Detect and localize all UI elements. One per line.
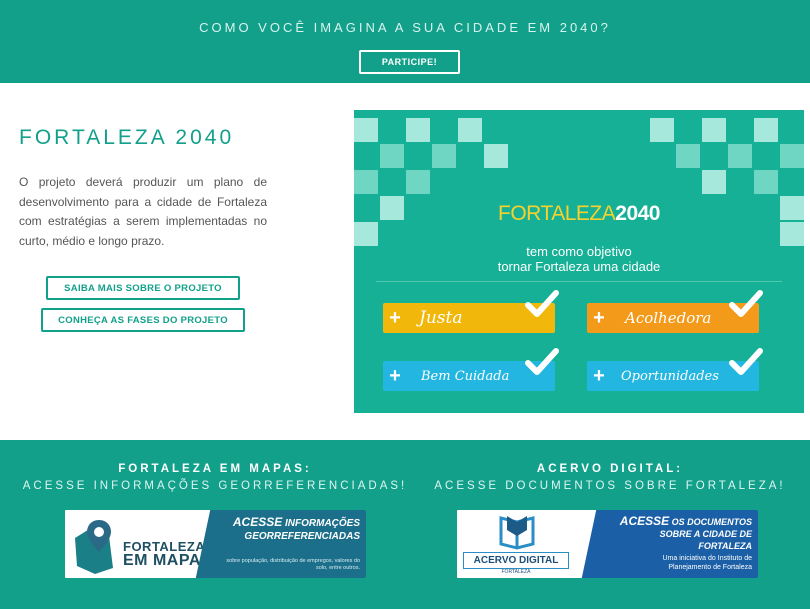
check-icon [729,348,763,375]
plus-icon: + [389,364,401,387]
mapas-card-panel: ACESSE INFORMAÇÕES GEORREFERENCIADAS sob… [195,510,366,578]
acervo-card-sub: Uma iniciativa do Instituto de Planejame… [662,555,753,571]
mapas-card-title-strong: ACESSE [232,515,283,529]
decor-square [702,170,726,194]
decor-square [484,144,508,168]
logo-year: 2040 [615,202,660,225]
mapas-card-title: ACESSE INFORMAÇÕES GEORREFERENCIADAS [226,516,360,543]
mapas-card-sub: sobre população, distribuição de emprego… [226,558,360,571]
acervo-subheading: ACESSE DOCUMENTOS SOBRE FORTALEZA! [434,480,786,492]
book-icon [499,516,535,550]
page-title: FORTALEZA 2040 [19,126,235,149]
goal-label: Oportunidades [621,368,719,384]
fortaleza-2040-banner[interactable]: FORTALEZA2040 tem como objetivo tornar F… [354,110,804,413]
decor-square [676,144,700,168]
check-icon [525,290,559,317]
check-icon [729,290,763,317]
goal-label: Bem Cuidada [421,368,510,384]
acervo-card-panel: ACESSE OS DOCUMENTOS SOBRE A CIDADE DE F… [581,510,758,578]
acervo-card-title: ACESSE OS DOCUMENTOS SOBRE A CIDADE DE F… [612,515,752,552]
participe-button[interactable]: PARTICIPE! [359,50,460,74]
mapas-heading-block: FORTALEZA EM MAPAS: ACESSE INFORMAÇÕES G… [0,461,430,495]
decor-square [406,170,430,194]
decor-square [380,144,404,168]
acervo-card-title-rest: OS DOCUMENTOS SOBRE A CIDADE DE FORTALEZ… [659,517,752,551]
fortaleza-em-mapas-card[interactable]: FORTALEZA EM MAPAS ACESSE INFORMAÇÕES GE… [65,510,366,578]
decor-square [780,144,804,168]
plus-icon: + [593,306,605,329]
objective-line-1: tem como objetivo [526,244,632,259]
decor-square [354,118,378,142]
hero-tagline: COMO VOCÊ IMAGINA A SUA CIDADE EM 2040? [199,20,611,35]
acervo-heading: ACERVO DIGITAL: [536,463,684,475]
decor-square [702,118,726,142]
fortaleza-2040-logo: FORTALEZA2040 [354,202,804,226]
plus-icon: + [593,364,605,387]
check-icon [525,348,559,375]
logo-word: FORTALEZA [498,202,616,225]
decor-square [728,144,752,168]
decor-square [406,118,430,142]
goal-justa: + Justa [383,290,559,333]
acervo-heading-block: ACERVO DIGITAL: ACESSE DOCUMENTOS SOBRE … [410,461,810,495]
acervo-brand: ACERVO DIGITAL [463,552,569,569]
fases-projeto-button[interactable]: CONHEÇA AS FASES DO PROJETO [41,308,245,332]
goal-bem-cuidada: + Bem Cuidada [383,348,559,391]
banner-divider [376,281,782,282]
decor-square [650,118,674,142]
decor-square [458,118,482,142]
saiba-mais-button[interactable]: SAIBA MAIS SOBRE O PROJETO [46,276,240,300]
goal-acolhedora: + Acolhedora [587,290,763,333]
plus-icon: + [389,306,401,329]
mapas-heading: FORTALEZA EM MAPAS: [118,463,312,475]
intro-text: O projeto deverá produzir um plano de de… [19,175,267,248]
acervo-card-title-strong: ACESSE [619,514,670,528]
goal-label: Justa [419,308,463,328]
hero-band: COMO VOCÊ IMAGINA A SUA CIDADE EM 2040? … [0,0,810,83]
decor-square [432,144,456,168]
objective-line-2: tornar Fortaleza uma cidade [497,259,661,274]
acervo-brand-sub: FORTALEZA [501,569,531,575]
goal-oportunidades: + Oportunidades [587,348,763,391]
decor-square [354,170,378,194]
links-band: FORTALEZA EM MAPAS: ACESSE INFORMAÇÕES G… [0,440,810,609]
decor-square [754,118,778,142]
map-pin-icon [75,520,113,574]
objective-text: tem como objetivo tornar Fortaleza uma c… [354,244,804,274]
acervo-digital-card[interactable]: ACERVO DIGITAL FORTALEZA ACESSE OS DOCUM… [457,510,758,578]
mapas-subheading: ACESSE INFORMAÇÕES GEORREFERENCIADAS! [22,480,408,492]
decor-square [754,170,778,194]
goal-label: Acolhedora [625,309,712,327]
